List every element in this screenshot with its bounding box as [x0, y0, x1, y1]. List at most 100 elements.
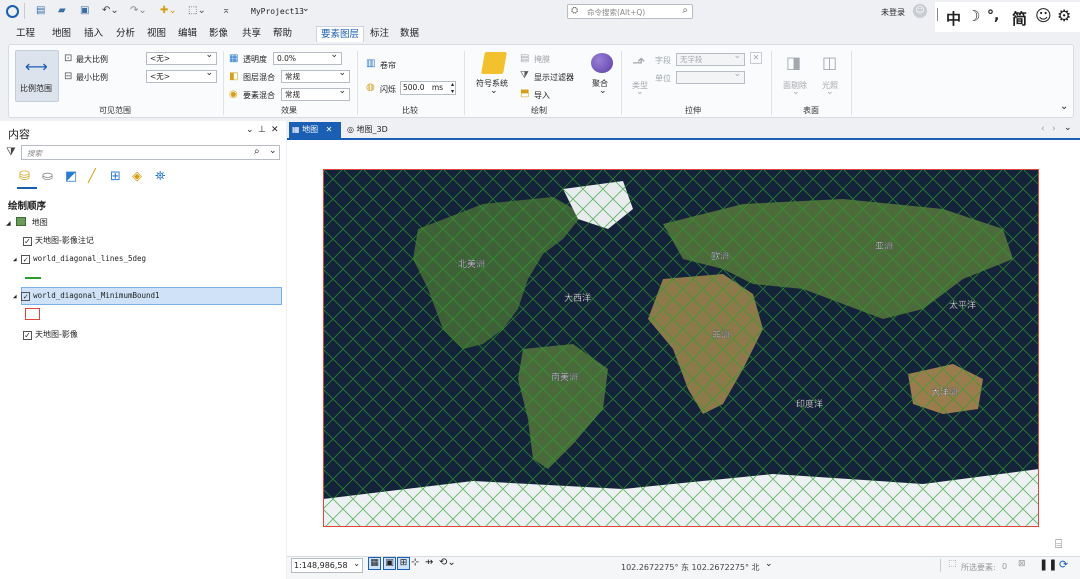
surface-group-label: 表面 — [803, 106, 819, 115]
list-by-data-source-icon[interactable]: ⛀ — [42, 169, 53, 184]
tab-insert[interactable]: 插入 — [80, 26, 107, 42]
expand-arrow-icon[interactable]: ◢ — [13, 256, 17, 263]
collapse-ribbon-icon[interactable]: ⌄ — [1060, 101, 1068, 112]
list-by-labeling-icon[interactable]: ◈ — [132, 169, 142, 184]
tab-imagery[interactable]: 影像 — [205, 26, 232, 42]
list-by-selection-icon[interactable]: ◩ — [65, 169, 77, 184]
chevron-down-icon[interactable]: ⌄ — [302, 4, 310, 14]
project-title[interactable]: MyProject13 — [251, 7, 304, 16]
aggregate-button[interactable]: 聚合 ⌄ — [587, 50, 619, 102]
close-icon[interactable]: ✕ — [271, 125, 279, 135]
flicker-icon[interactable]: ◍ — [366, 82, 375, 94]
command-search-input[interactable]: 命令搜索(Alt+Q) — [587, 7, 645, 18]
new-project-icon[interactable]: ▤ — [36, 5, 45, 17]
tree-map-node[interactable]: ◢ 地图 — [6, 217, 48, 228]
import-button[interactable]: 导入 — [534, 90, 550, 101]
filter-icon[interactable]: ⧩ — [520, 70, 529, 82]
snapping-icon[interactable]: ⇸ — [425, 557, 433, 568]
transparency-input[interactable]: 0.0% — [273, 52, 342, 65]
expand-arrow-icon[interactable]: ◢ — [13, 293, 17, 300]
tab-share[interactable]: 共享 — [238, 26, 265, 42]
feature-blend-dropdown[interactable]: 常规 — [281, 88, 350, 101]
max-scale-dropdown[interactable]: <无> — [146, 52, 217, 65]
undo-icon[interactable]: ↶⌄ — [102, 5, 119, 17]
tab-list-icon[interactable]: ⌄ — [1064, 123, 1072, 133]
min-scale-icon: ⊟ — [64, 71, 73, 82]
layer-item-annotation[interactable]: ✓ 天地图-影像注记 — [23, 235, 94, 246]
grid-view-icon[interactable]: ▦ — [368, 557, 381, 570]
navigation-icon[interactable]: ⊹ — [411, 557, 419, 568]
refresh-icon[interactable]: ⟳ — [1059, 558, 1068, 571]
select-icon[interactable]: ⬚⌄ — [188, 5, 206, 17]
display-filter-button[interactable]: 显示过滤器 — [534, 72, 574, 83]
tab-view[interactable]: 视图 — [143, 26, 170, 42]
layer-item-imagery[interactable]: ✓ 天地图-影像 — [23, 329, 78, 340]
pin-icon[interactable]: ⊥ — [258, 125, 266, 135]
pause-drawing-icon[interactable]: ❚❚ — [1039, 558, 1057, 571]
list-by-perspective-icon[interactable]: ⛯ — [155, 169, 165, 184]
extent-indicator-icon[interactable]: ▣ — [383, 557, 396, 570]
tab-analysis[interactable]: 分析 — [112, 26, 139, 42]
ime-punctuation-toggle[interactable]: °, — [987, 8, 999, 24]
layer-item-minimum-bound[interactable]: ◢ ✓ world_diagonal_MinimumBound1 — [13, 291, 160, 301]
contents-search-input[interactable]: 搜索 — [27, 148, 42, 159]
close-icon[interactable]: ✕ — [326, 125, 333, 134]
list-by-editing-icon[interactable]: ╱ — [88, 169, 96, 184]
import-icon[interactable]: ⬒ — [520, 88, 529, 100]
map-tab[interactable]: ▦ 地图 ✕ — [289, 122, 341, 138]
map-canvas[interactable]: 北美洲 欧洲 亚洲 太平洋 大西洋 非洲 南美洲 印度洋 大洋洲 — [323, 169, 1039, 527]
layer-visibility-checkbox[interactable]: ✓ — [21, 255, 31, 264]
tab-feature-layer[interactable]: 要素图层 — [316, 26, 365, 42]
command-search-box[interactable]: ⛭ 命令搜索(Alt+Q) ⌕ — [567, 4, 693, 19]
map-3d-tab[interactable]: ◎ 地图_3D — [345, 122, 407, 138]
refresh-options-icon[interactable]: ⟲⌄ — [439, 557, 456, 568]
save-icon[interactable]: ▣ — [80, 5, 89, 17]
map-notes-icon[interactable]: ⌸ — [1055, 537, 1062, 552]
chevron-down-icon[interactable]: ⌄ — [765, 559, 773, 569]
layer-visibility-checkbox[interactable]: ✓ — [21, 292, 31, 301]
pane-options-icon[interactable]: ⌄ — [246, 125, 254, 135]
layer-visibility-checkbox[interactable]: ✓ — [23, 331, 32, 340]
expand-arrow-icon[interactable]: ◢ — [6, 220, 11, 227]
line-symbol-swatch[interactable] — [25, 277, 41, 279]
swipe-label[interactable]: 卷帘 — [380, 60, 396, 71]
tab-help[interactable]: 帮助 — [269, 26, 296, 42]
layer-blend-dropdown[interactable]: 常规 — [281, 70, 350, 83]
list-by-snapping-icon[interactable]: ⊞ — [110, 169, 121, 184]
customize-quick-access-icon[interactable]: ⌅ — [222, 5, 230, 17]
tab-edit[interactable]: 编辑 — [174, 26, 201, 42]
layer-visibility-checkbox[interactable]: ✓ — [23, 237, 32, 246]
scale-dropdown[interactable]: 1:148,986,58 ⌄ — [291, 558, 363, 573]
moon-icon[interactable]: ☽ — [967, 7, 980, 25]
open-project-icon[interactable]: ▰ — [58, 5, 66, 17]
spinner-icon[interactable]: ▴ ▾ — [451, 81, 454, 95]
filter-icon[interactable]: ⧩ — [6, 145, 16, 159]
symbology-button[interactable]: 符号系统 ⌄ — [474, 50, 514, 102]
scale-range-button[interactable]: ⟷ 比例范围 — [15, 50, 59, 102]
user-avatar-icon[interactable]: ☺ — [913, 4, 927, 18]
polygon-symbol-swatch[interactable] — [25, 308, 40, 320]
transparency-icon: ▦ — [229, 53, 239, 64]
sign-in-status[interactable]: 未登录 — [881, 7, 905, 18]
contents-search-box[interactable]: 搜索 ⌕ ⌄ — [21, 145, 280, 160]
add-data-icon[interactable]: ✚⌄ — [160, 5, 177, 17]
emoji-icon[interactable]: ☺ — [1035, 6, 1052, 25]
min-scale-dropdown[interactable]: <无> — [146, 70, 217, 83]
tab-project[interactable]: 工程 — [12, 26, 39, 42]
flicker-label[interactable]: 闪烁 — [380, 84, 396, 95]
clear-selection-icon[interactable]: ⊠ — [1018, 559, 1026, 569]
grid-lines-icon[interactable]: ⊞ — [397, 557, 410, 570]
layer-blend-icon: ◧ — [229, 71, 239, 82]
ime-settings-gear-icon[interactable]: ⚙ — [1057, 6, 1071, 25]
tab-map[interactable]: 地图 — [48, 26, 75, 42]
list-by-drawing-order-icon[interactable]: ⛁ — [19, 169, 30, 184]
scroll-tabs-right-icon[interactable]: › — [1052, 124, 1056, 134]
flicker-interval-input[interactable]: 500.0 ms ▴ ▾ — [400, 81, 456, 95]
swipe-icon[interactable]: ▥ — [366, 58, 375, 70]
scroll-tabs-left-icon[interactable]: ‹ — [1041, 124, 1045, 134]
tab-labeling[interactable]: 标注 — [366, 26, 393, 42]
layer-item-diagonal-lines[interactable]: ◢ ✓ world_diagonal_lines_5deg — [13, 254, 146, 264]
redo-icon[interactable]: ↷⌄ — [130, 5, 147, 17]
tab-data[interactable]: 数据 — [396, 26, 423, 42]
max-scale-label: 最大比例 — [76, 55, 108, 64]
